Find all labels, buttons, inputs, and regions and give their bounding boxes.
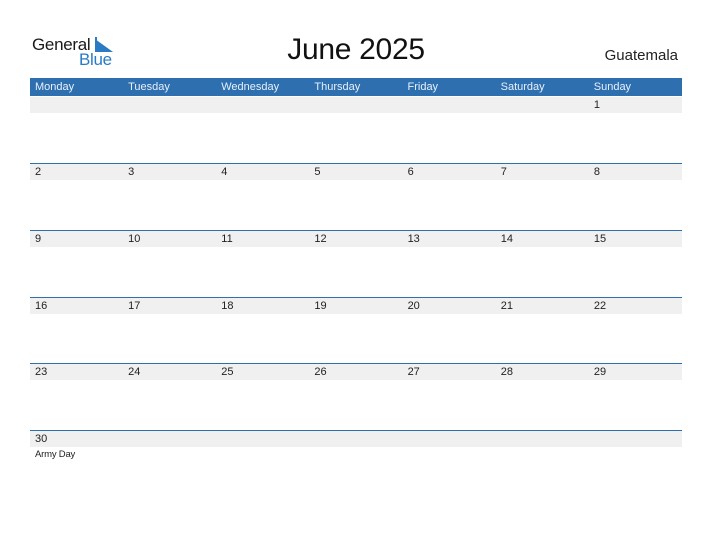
day-cell[interactable]: 10 — [123, 231, 216, 297]
day-cell[interactable]: 22 — [589, 298, 682, 364]
country-label: Guatemala — [604, 47, 678, 64]
week-row: 23 24 25 26 27 28 29 — [30, 363, 682, 430]
day-cell[interactable]: 14 — [496, 231, 589, 297]
day-number: 27 — [407, 366, 420, 378]
weekday-friday: Friday — [407, 81, 439, 93]
week-row: 1 — [30, 97, 682, 163]
weekday-wednesday: Wednesday — [221, 81, 280, 93]
day-number: 15 — [593, 233, 607, 245]
day-cell[interactable]: 1 — [589, 97, 682, 163]
day-number: 30 — [35, 433, 48, 445]
day-cell[interactable]: 7 — [496, 164, 589, 230]
week-row: 2 3 4 5 6 7 8 — [30, 163, 682, 230]
week-row: 30 Army Day — [30, 430, 682, 497]
day-number: 23 — [35, 366, 48, 378]
day-cell — [123, 97, 216, 163]
day-number: 21 — [500, 300, 513, 312]
day-number: 16 — [35, 300, 48, 312]
day-cell[interactable]: 5 — [309, 164, 402, 230]
day-cell — [216, 97, 309, 163]
day-number: 10 — [128, 233, 141, 245]
weekday-tuesday: Tuesday — [128, 81, 170, 93]
day-number: 9 — [35, 233, 42, 245]
weekday-saturday: Saturday — [500, 81, 545, 93]
day-cell[interactable]: 30 Army Day — [30, 431, 123, 497]
day-cell[interactable]: 21 — [496, 298, 589, 364]
day-cell[interactable]: 11 — [216, 231, 309, 297]
day-number: 13 — [407, 233, 420, 245]
week-row: 16 17 18 19 20 21 22 — [30, 297, 682, 364]
day-cell — [123, 431, 216, 497]
day-cell[interactable]: 18 — [216, 298, 309, 364]
day-cell[interactable]: 3 — [123, 164, 216, 230]
day-number: 14 — [500, 233, 513, 245]
day-number: 25 — [221, 366, 234, 378]
day-cell[interactable]: 17 — [123, 298, 216, 364]
day-cell[interactable]: 23 — [30, 364, 123, 430]
day-cell[interactable]: 2 — [30, 164, 123, 230]
day-cell[interactable]: 8 — [589, 164, 682, 230]
day-cell[interactable]: 6 — [403, 164, 496, 230]
day-number: 22 — [593, 300, 607, 312]
day-cell[interactable]: 27 — [403, 364, 496, 430]
day-cell — [496, 431, 589, 497]
day-cell[interactable]: 29 — [589, 364, 682, 430]
day-cell[interactable]: 25 — [216, 364, 309, 430]
day-number: 2 — [35, 166, 42, 178]
day-number: 8 — [593, 166, 600, 178]
weekday-thursday: Thursday — [314, 81, 361, 93]
day-cell[interactable]: 20 — [403, 298, 496, 364]
day-cell[interactable]: 15 — [589, 231, 682, 297]
day-number: 29 — [593, 366, 607, 378]
week-row: 9 10 11 12 13 14 15 — [30, 230, 682, 297]
day-cell[interactable]: 19 — [309, 298, 402, 364]
weekday-monday: Monday — [35, 81, 75, 93]
day-number: 6 — [407, 166, 414, 178]
day-number: 24 — [128, 366, 141, 378]
day-cell — [589, 431, 682, 497]
holiday-label: Army Day — [35, 449, 76, 460]
day-number: 12 — [314, 233, 327, 245]
day-cell[interactable]: 4 — [216, 164, 309, 230]
day-cell — [403, 97, 496, 163]
day-number: 3 — [128, 166, 135, 178]
day-cell[interactable]: 16 — [30, 298, 123, 364]
day-number: 11 — [221, 233, 233, 245]
day-number: 7 — [500, 166, 507, 178]
day-cell[interactable]: 26 — [309, 364, 402, 430]
day-cell — [309, 97, 402, 163]
weekday-sunday: Sunday — [593, 81, 632, 93]
day-number: 20 — [407, 300, 420, 312]
day-cell[interactable]: 9 — [30, 231, 123, 297]
day-number: 4 — [221, 166, 228, 178]
day-cell — [216, 431, 309, 497]
day-cell — [496, 97, 589, 163]
weekday-header: Monday Tuesday Wednesday Thursday Friday Satu… — [30, 78, 682, 96]
day-cell — [30, 97, 123, 163]
day-number: 5 — [314, 166, 321, 178]
day-number: 28 — [500, 366, 513, 378]
day-cell — [309, 431, 402, 497]
day-cell[interactable]: 28 — [496, 364, 589, 430]
day-number: 19 — [314, 300, 327, 312]
day-number: 1 — [593, 99, 600, 111]
day-number: 26 — [314, 366, 327, 378]
day-cell[interactable]: 12 — [309, 231, 402, 297]
day-cell[interactable]: 24 — [123, 364, 216, 430]
day-number: 18 — [221, 300, 234, 312]
day-cell[interactable]: 13 — [403, 231, 496, 297]
day-cell — [403, 431, 496, 497]
day-number: 17 — [128, 300, 141, 312]
